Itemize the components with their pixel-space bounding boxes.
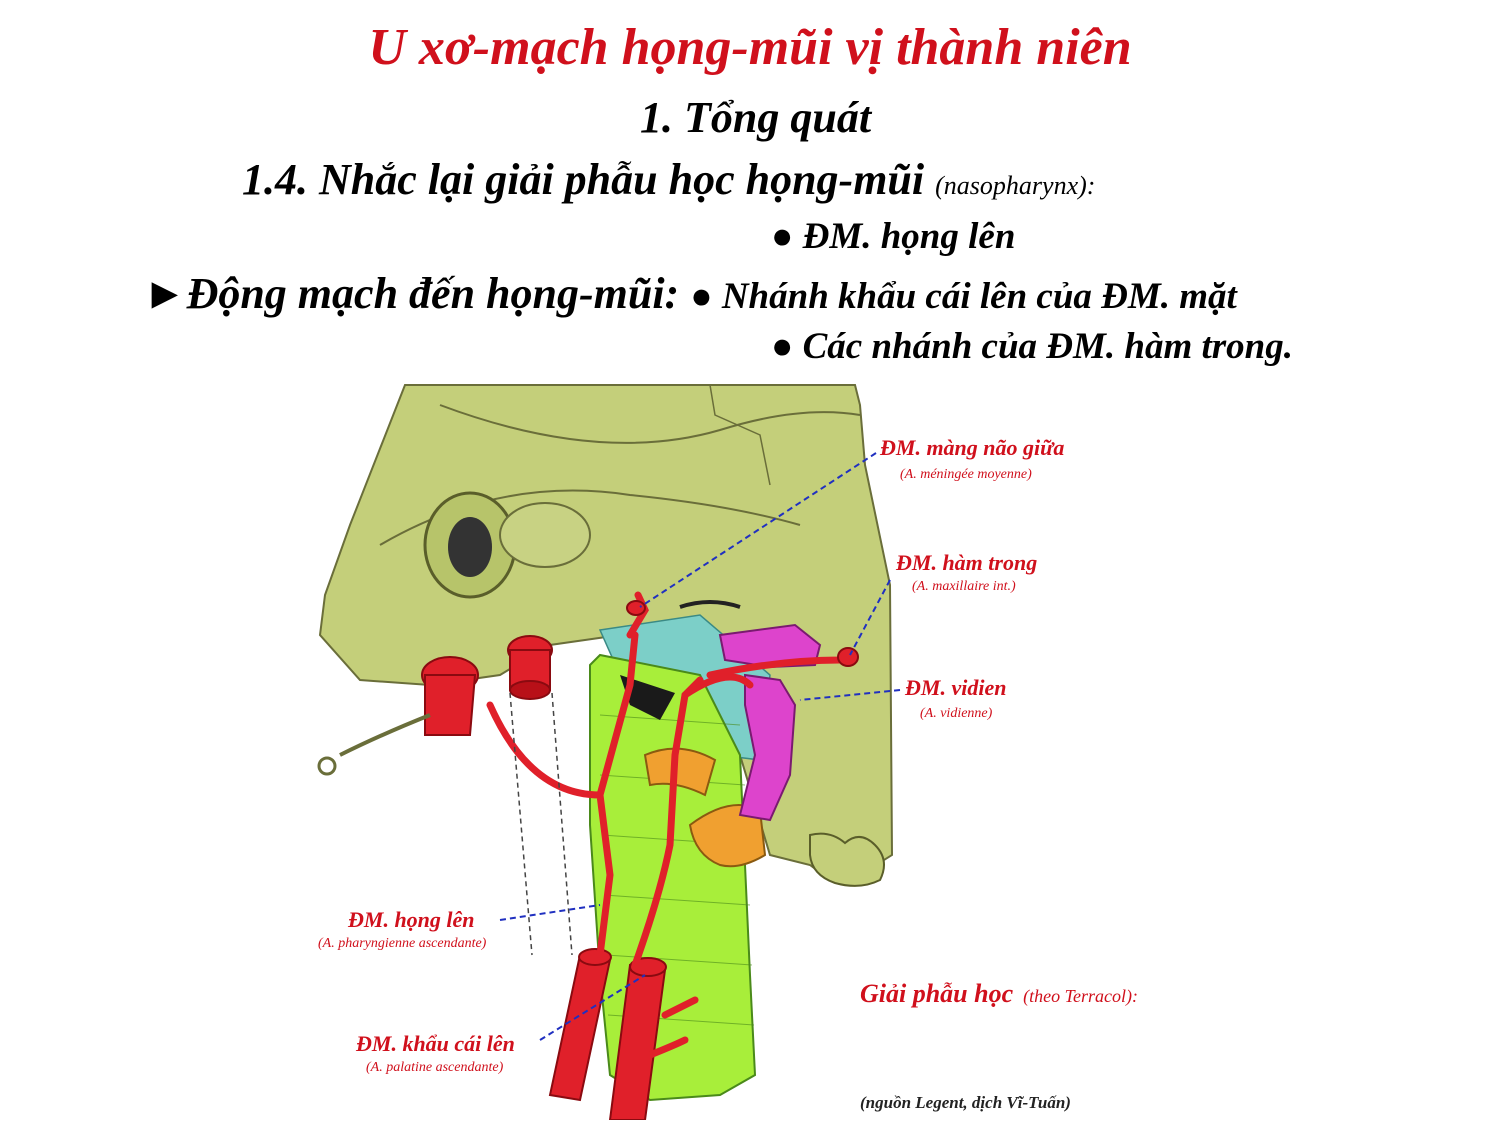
- artery-item-3: ● Các nhánh của ĐM. hàm trong.: [771, 325, 1293, 368]
- subsection-note: (nasopharynx):: [935, 171, 1096, 200]
- section-heading: 1. Tổng quát: [640, 93, 872, 142]
- caption-note: (theo Terracol):: [1023, 986, 1138, 1007]
- bullet-icon: ●: [690, 276, 713, 317]
- artery-item-1: ● ĐM. họng lên: [771, 215, 1015, 258]
- artery-item-2-label: Nhánh khẩu cái lên của ĐM. mặt: [721, 276, 1237, 317]
- artery-item-2: ● Nhánh khẩu cái lên của ĐM. mặt: [690, 276, 1237, 317]
- bullet-icon: ●: [771, 216, 794, 257]
- anatomy-figure: ĐM. màng não giữa (A. méningée moyenne) …: [317, 384, 1138, 1120]
- artery-lead-label: Động mạch đến họng-mũi:: [186, 269, 680, 318]
- subsection-heading: 1.4. Nhắc lại giải phẫu học họng-mũi (na…: [242, 154, 1095, 205]
- bullet-icon: ●: [771, 326, 794, 367]
- artery-item-3-label: Các nhánh của ĐM. hàm trong.: [802, 326, 1294, 367]
- label-internal-maxillary: ĐM. hàm trong: [895, 550, 1037, 575]
- label-vidian: ĐM. vidien: [904, 675, 1006, 700]
- arrow-icon: ►: [143, 269, 187, 318]
- latin-ascending-palatine: (A. palatine ascendante): [366, 1060, 504, 1075]
- figure-caption: Giải phẫu học (theo Terracol):: [860, 979, 1138, 1008]
- artery-item-1-label: ĐM. họng lên: [802, 216, 1016, 257]
- figure-source: (nguồn Legent, dịch Vĩ-Tuấn): [860, 1093, 1071, 1112]
- label-middle-meningeal: ĐM. màng não giữa: [879, 435, 1064, 460]
- latin-vidian: (A. vidienne): [920, 706, 993, 721]
- caption-main: Giải phẫu học: [860, 979, 1014, 1008]
- label-ascending-palatine: ĐM. khẩu cái lên: [355, 1031, 515, 1056]
- latin-internal-maxillary: (A. maxillaire int.): [912, 579, 1016, 594]
- latin-ascending-pharyngeal: (A. pharyngienne ascendante): [318, 936, 487, 951]
- latin-middle-meningeal: (A. méningée moyenne): [900, 467, 1032, 482]
- label-ascending-pharyngeal: ĐM. họng lên: [347, 907, 475, 932]
- artery-lead: ►Động mạch đến họng-mũi: ● Nhánh khẩu cá…: [143, 268, 1237, 319]
- subsection-main: 1.4. Nhắc lại giải phẫu học họng-mũi: [242, 155, 925, 204]
- slide-title: U xơ-mạch họng-mũi vị thành niên: [368, 19, 1132, 76]
